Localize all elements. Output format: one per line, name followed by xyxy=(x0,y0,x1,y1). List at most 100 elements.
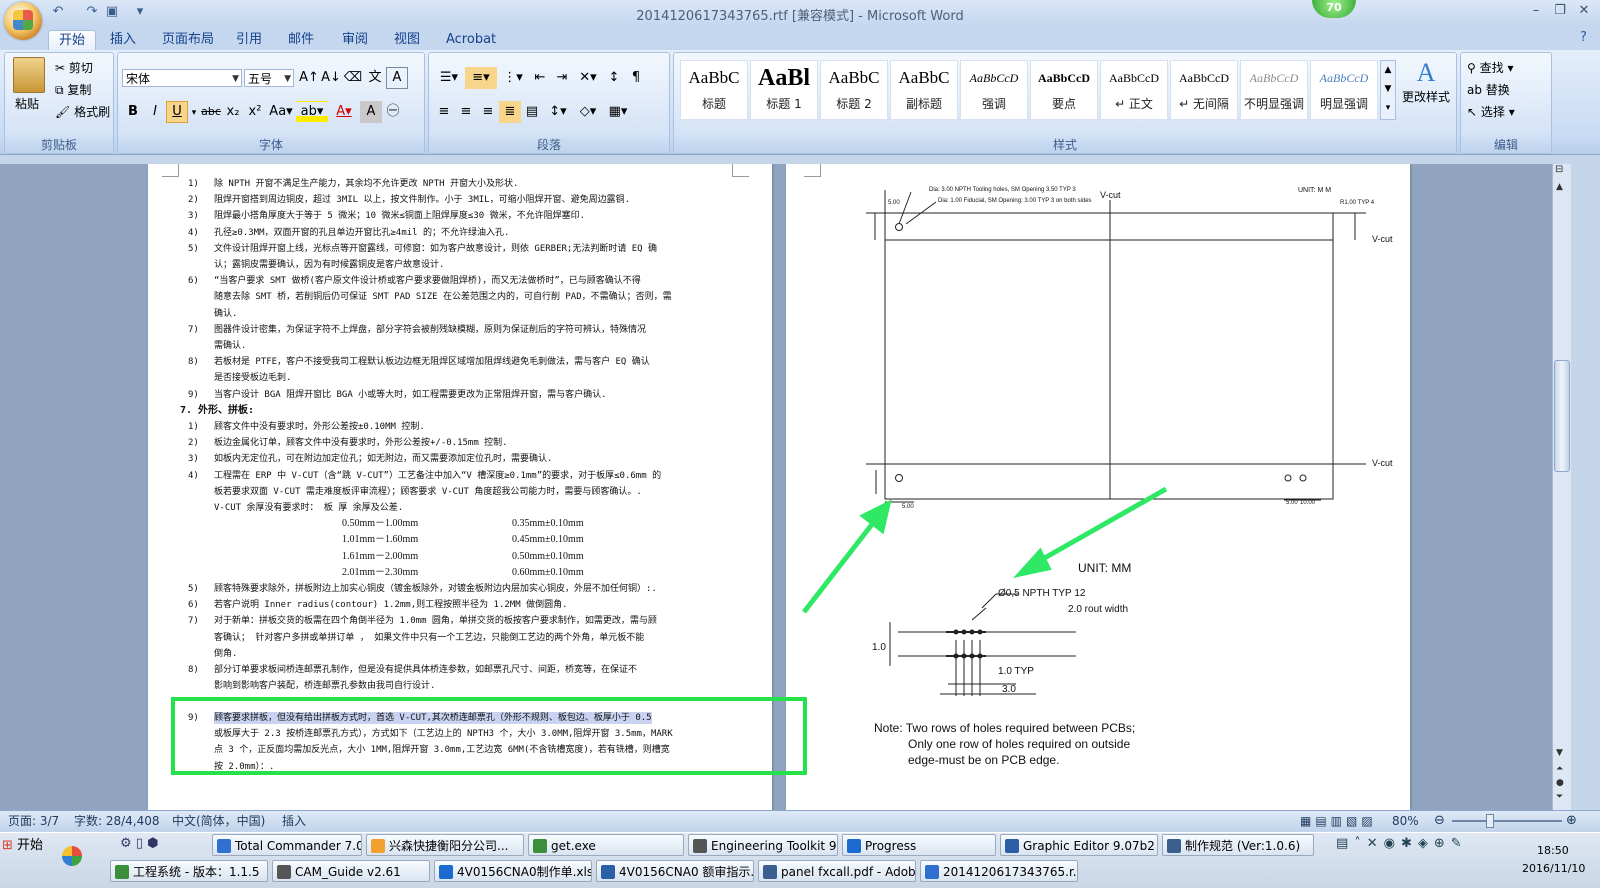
distribute-icon[interactable]: ▤ xyxy=(521,101,543,123)
vcut-table-thickness[interactable]: 2.01mm－2.30mm xyxy=(342,567,418,579)
taskbar-button[interactable]: 2014120617343765.r... xyxy=(920,860,1078,882)
subscript-icon[interactable]: x₂ xyxy=(222,101,244,123)
section-heading[interactable]: 7. 外形、拼板: xyxy=(180,405,254,417)
insert-mode[interactable]: 插入 xyxy=(282,813,306,829)
vcut-table-thickness[interactable]: 1.01mm－1.60mm xyxy=(342,534,418,546)
style-heading-1[interactable]: AaBl 标题 1 xyxy=(750,60,818,120)
style-subtle-emphasis[interactable]: AaBbCcD 不明显强调 xyxy=(1240,60,1308,120)
char-shading-icon[interactable]: A xyxy=(360,101,382,123)
vcut-table-thickness[interactable]: 1.61mm－2.00mm xyxy=(342,551,418,563)
prev-page-icon[interactable]: ⏶ xyxy=(1556,764,1563,774)
start-button[interactable]: ⊞ 开始 xyxy=(2,835,50,857)
taskbar-button[interactable]: 4V0156CNA0 额审指示... xyxy=(596,860,754,882)
taskbar-button[interactable]: 制作规范 (Ver:1.0.6) xyxy=(1162,834,1314,856)
decrease-indent-icon[interactable]: ⇤ xyxy=(529,67,551,89)
start-orb-icon[interactable] xyxy=(62,846,82,866)
style-strong[interactable]: AaBbCcD 要点 xyxy=(1030,60,1098,120)
save-icon[interactable]: ▣ xyxy=(104,4,120,20)
tab-references[interactable]: 引用 xyxy=(226,30,272,50)
next-page-icon[interactable]: ⏷ xyxy=(1556,792,1563,802)
vcut-table-remain[interactable]: 0.45mm±0.10mm xyxy=(512,534,584,546)
taskbar-button[interactable]: CAM_Guide v2.61 xyxy=(272,860,430,882)
enclose-char-icon[interactable]: ㊀ xyxy=(382,101,404,123)
word-count[interactable]: 字数: 28/4,408 xyxy=(74,813,160,829)
scroll-up-icon[interactable]: ▲ xyxy=(1556,182,1563,192)
increase-indent-icon[interactable]: ⇥ xyxy=(551,67,573,89)
tab-acrobat[interactable]: Acrobat xyxy=(436,30,506,50)
taskbar-button[interactable]: Engineering Toolkit 9.07... xyxy=(688,834,838,856)
scroll-down-icon[interactable]: ▼ xyxy=(1556,748,1563,758)
replace-button[interactable]: ab 替换 xyxy=(1467,81,1510,98)
zoom-slider[interactable] xyxy=(1452,820,1562,822)
multilevel-list-icon[interactable]: ⋮▾ xyxy=(497,67,529,89)
redo-icon[interactable]: ↷ xyxy=(84,4,100,20)
change-styles-button[interactable]: A 更改样式 xyxy=(1400,58,1452,105)
language-status[interactable]: 中文(简体，中国) xyxy=(172,813,265,829)
tab-insert[interactable]: 插入 xyxy=(100,30,146,50)
taskbar-button[interactable]: Progress xyxy=(842,834,996,856)
align-left-icon[interactable]: ≡ xyxy=(433,101,455,123)
justify-icon[interactable]: ≣ xyxy=(499,101,521,123)
grow-font-icon[interactable]: A↑ xyxy=(298,67,320,89)
highlight-icon[interactable]: ab▾ xyxy=(296,101,328,123)
phonetic-icon[interactable]: 文 xyxy=(364,67,386,89)
align-right-icon[interactable]: ≡ xyxy=(477,101,499,123)
quick-launch-icons[interactable]: ⚙ ▯ ⬢ xyxy=(120,836,158,851)
zoom-slider-thumb[interactable] xyxy=(1486,814,1494,828)
style-normal[interactable]: AaBbCcD ↵ 正文 xyxy=(1100,60,1168,120)
copy-button[interactable]: ⧉ 复制 xyxy=(55,81,91,98)
asian-layout-icon[interactable]: ✕▾ xyxy=(573,67,603,89)
italic-icon[interactable]: I xyxy=(144,101,166,123)
tab-review[interactable]: 审阅 xyxy=(332,30,378,50)
font-color-icon[interactable]: A▾ xyxy=(328,101,360,123)
zoom-out-icon[interactable]: ⊖ xyxy=(1434,813,1445,829)
style-title[interactable]: AaBbC 标题 xyxy=(680,60,748,120)
borders-icon[interactable]: ▦▾ xyxy=(603,101,633,123)
taskbar-button[interactable]: panel fxcall.pdf - Adobe... xyxy=(758,860,916,882)
taskbar-button[interactable]: get.exe xyxy=(528,834,684,856)
page-right[interactable]: Dia: 3.00 NPTH Tooling holes, SM Opening… xyxy=(786,164,1410,810)
vcut-table-remain[interactable]: 0.35mm±0.10mm xyxy=(512,518,584,530)
shading-icon[interactable]: ◇▾ xyxy=(573,101,603,123)
browse-object-icon[interactable]: ● xyxy=(1556,778,1564,788)
zoom-in-icon[interactable]: ⊕ xyxy=(1566,813,1577,829)
tab-view[interactable]: 视图 xyxy=(384,30,430,50)
paste-button[interactable]: 粘贴 xyxy=(15,95,39,112)
clear-format-icon[interactable]: ⌫ xyxy=(342,67,364,89)
find-button[interactable]: ⚲ 查找 ▾ xyxy=(1467,59,1513,76)
page-count[interactable]: 页面: 3/7 xyxy=(8,813,59,829)
tab-mailings[interactable]: 邮件 xyxy=(278,30,324,50)
minimize-icon[interactable]: – xyxy=(1525,2,1547,20)
help-icon[interactable]: ? xyxy=(1580,30,1587,45)
taskbar-button[interactable]: Total Commander 7.0 pu... xyxy=(212,834,362,856)
superscript-icon[interactable]: x² xyxy=(244,101,266,123)
tab-page-layout[interactable]: 页面布局 xyxy=(152,30,224,50)
style-intense-emphasis[interactable]: AaBbCcD 明显强调 xyxy=(1310,60,1378,120)
view-buttons[interactable]: ▦▤▥▧▨ xyxy=(1300,813,1377,829)
cut-button[interactable]: ✂ 剪切 xyxy=(55,59,93,76)
change-case-icon[interactable]: Aa▾ xyxy=(266,101,296,123)
zoom-level[interactable]: 80% xyxy=(1392,813,1419,829)
select-button[interactable]: ↖ 选择 ▾ xyxy=(1467,103,1515,120)
numbering-icon[interactable]: ≡▾ xyxy=(465,67,497,89)
style-heading-2[interactable]: AaBbC 标题 2 xyxy=(820,60,888,120)
vcut-table-remain[interactable]: 0.60mm±0.10mm xyxy=(512,567,584,579)
char-border-icon[interactable]: A xyxy=(386,67,408,89)
style-subtitle[interactable]: AaBbC 副标题 xyxy=(890,60,958,120)
vcut-table-remain[interactable]: 0.50mm±0.10mm xyxy=(512,551,584,563)
shrink-font-icon[interactable]: A↓ xyxy=(320,67,342,89)
strikethrough-icon[interactable]: abc xyxy=(200,101,222,123)
close-icon[interactable]: ✕ xyxy=(1573,2,1595,20)
taskbar-button[interactable]: Graphic Editor 9.07b2 (0... xyxy=(1000,834,1158,856)
style-no-spacing[interactable]: AaBbCcD ↵ 无间隔 xyxy=(1170,60,1238,120)
format-painter-button[interactable]: 🖌 格式刷 xyxy=(55,103,110,120)
taskbar-button[interactable]: 4V0156CNA0制作单.xls xyxy=(434,860,592,882)
align-center-icon[interactable]: ≡ xyxy=(455,101,477,123)
line-spacing-icon[interactable]: ↕▾ xyxy=(543,101,573,123)
tab-home[interactable]: 开始 xyxy=(48,30,97,51)
system-tray[interactable]: ▤˄✕◉✱◈⊕✎ xyxy=(1336,836,1564,882)
undo-icon[interactable]: ↶ xyxy=(50,4,66,20)
chevron-down-icon[interactable]: ▾ xyxy=(188,102,200,124)
vertical-scrollbar[interactable] xyxy=(1552,164,1571,810)
taskbar-button[interactable]: 工程系统 - 版本：1.1.5 xyxy=(110,860,268,882)
